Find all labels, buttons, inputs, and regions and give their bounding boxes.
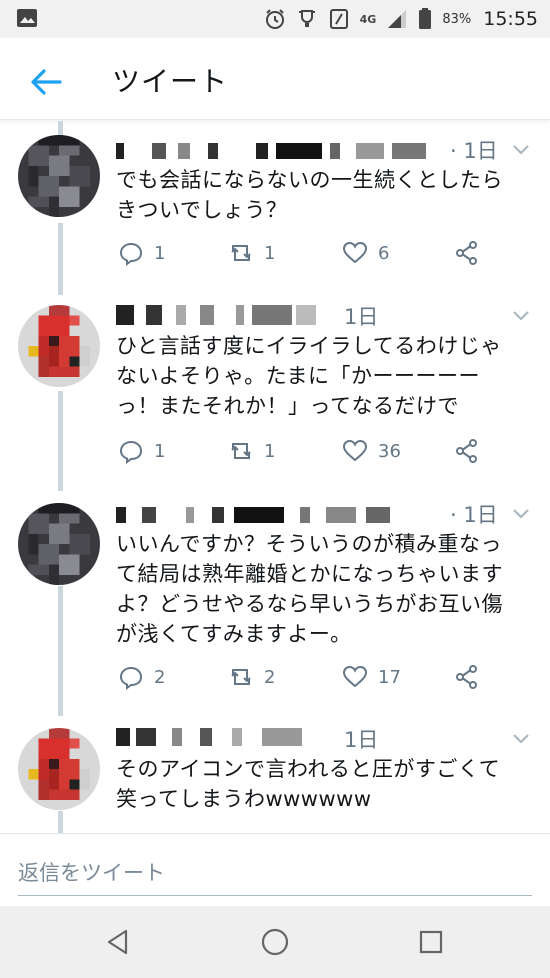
nav-home-button[interactable]: [257, 924, 293, 960]
tweet-text: いいんですか？そういうのが積み重なっ て結局は熟年離婚とかになっちゃいます よ？…: [116, 532, 503, 646]
retweet-button[interactable]: 1: [228, 435, 275, 467]
arrow-left-icon: [31, 69, 62, 95]
triangle-back-icon: [107, 929, 128, 955]
retweet-button[interactable]: 1: [228, 237, 275, 269]
share-button[interactable]: [454, 661, 480, 693]
square-recents-icon: [419, 930, 443, 954]
reply-count: 2: [154, 666, 166, 688]
trophy-icon: [296, 8, 318, 30]
tweet-item[interactable]: · 1日 いいんですか？そういうのが積み重なっ て結局は熟年離婚とかになっちゃい…: [0, 491, 550, 716]
reply-input[interactable]: [18, 850, 532, 896]
like-count: 17: [378, 666, 401, 688]
retweet-icon: [231, 669, 251, 685]
tweet-item[interactable]: 1日 そのアイコンで言われると圧がすごくて 笑ってしまうわwwwwww: [0, 716, 550, 833]
share-button[interactable]: [454, 237, 480, 269]
heart-icon: [342, 241, 368, 264]
tweet-time: · 1日: [450, 139, 498, 163]
tweet-text: でも会話にならないの一生続くとしたら きついでしょう？: [116, 168, 503, 222]
share-icon: [456, 665, 477, 689]
chevron-down-icon[interactable]: [510, 139, 532, 161]
status-bar: 4G 83% 15:55: [0, 0, 550, 38]
chevron-down-icon[interactable]: [510, 503, 532, 525]
tweet-text: そのアイコンで言われると圧がすごくて 笑ってしまうわwwwwww: [116, 757, 501, 811]
tweet-time: 1日: [344, 728, 379, 752]
author-name-redacted[interactable]: [116, 301, 476, 327]
chevron-down-icon[interactable]: [510, 728, 532, 750]
heart-icon: [342, 439, 368, 462]
circle-home-icon: [261, 928, 289, 956]
back-button[interactable]: [24, 60, 68, 104]
avatar[interactable]: [18, 728, 100, 810]
heart-icon: [342, 665, 368, 688]
reply-button[interactable]: 1: [118, 237, 165, 269]
like-button[interactable]: 17: [342, 661, 401, 693]
page-title: ツイート: [112, 65, 229, 98]
author-name-redacted[interactable]: [116, 724, 476, 750]
reply-icon: [119, 242, 143, 266]
system-nav-bar: [0, 906, 550, 978]
retweet-icon: [231, 245, 251, 261]
network-type-label: 4G: [359, 12, 377, 26]
reply-icon: [119, 440, 143, 464]
nav-back-button[interactable]: [100, 924, 136, 960]
avatar[interactable]: [18, 135, 100, 217]
reply-count: 1: [154, 242, 166, 264]
tweet-item[interactable]: 1日 ひと言話す度にイライラしてるわけじゃ ないよそりゃ。たまに「かーーーーー …: [0, 295, 550, 491]
share-icon: [456, 241, 477, 265]
reply-icon: [119, 666, 143, 690]
retweet-count: 1: [264, 242, 276, 264]
retweet-icon: [231, 443, 251, 459]
battery-percent: 83%: [442, 11, 472, 27]
clock: 15:55: [483, 8, 538, 30]
gallery-notification-icon: [16, 8, 38, 28]
tweet-time: · 1日: [450, 503, 498, 527]
retweet-count: 2: [264, 666, 276, 688]
retweet-count: 1: [264, 440, 276, 462]
app-bar: ツイート: [0, 38, 550, 120]
battery-icon: [418, 8, 432, 30]
retweet-button[interactable]: 2: [228, 661, 275, 693]
like-count: 36: [378, 440, 401, 462]
tweet-time: 1日: [344, 305, 379, 329]
reply-bar: [0, 833, 550, 906]
reply-thread: · 1日 でも会話にならないの一生続くとしたら きついでしょう？ 1 1 6 1…: [0, 121, 550, 833]
avatar[interactable]: [18, 305, 100, 387]
like-button[interactable]: 6: [342, 237, 389, 269]
reply-button[interactable]: 2: [118, 661, 165, 693]
reply-button[interactable]: 1: [118, 435, 165, 467]
like-count: 6: [378, 242, 390, 264]
author-name-redacted[interactable]: [116, 501, 476, 527]
tweet-text: ひと言話す度にイライラしてるわけじゃ ないよそりゃ。たまに「かーーーーー っ！ま…: [116, 334, 502, 418]
share-icon: [456, 439, 477, 463]
nfc-icon: [328, 8, 350, 30]
alarm-icon: [264, 8, 286, 30]
nav-recents-button[interactable]: [413, 924, 449, 960]
like-button[interactable]: 36: [342, 435, 401, 467]
author-name-redacted[interactable]: [116, 137, 476, 163]
reply-count: 1: [154, 440, 166, 462]
share-button[interactable]: [454, 435, 480, 467]
avatar[interactable]: [18, 503, 100, 585]
chevron-down-icon[interactable]: [510, 305, 532, 327]
signal-icon: [386, 8, 408, 30]
tweet-item[interactable]: · 1日 でも会話にならないの一生続くとしたら きついでしょう？ 1 1 6: [0, 121, 550, 295]
